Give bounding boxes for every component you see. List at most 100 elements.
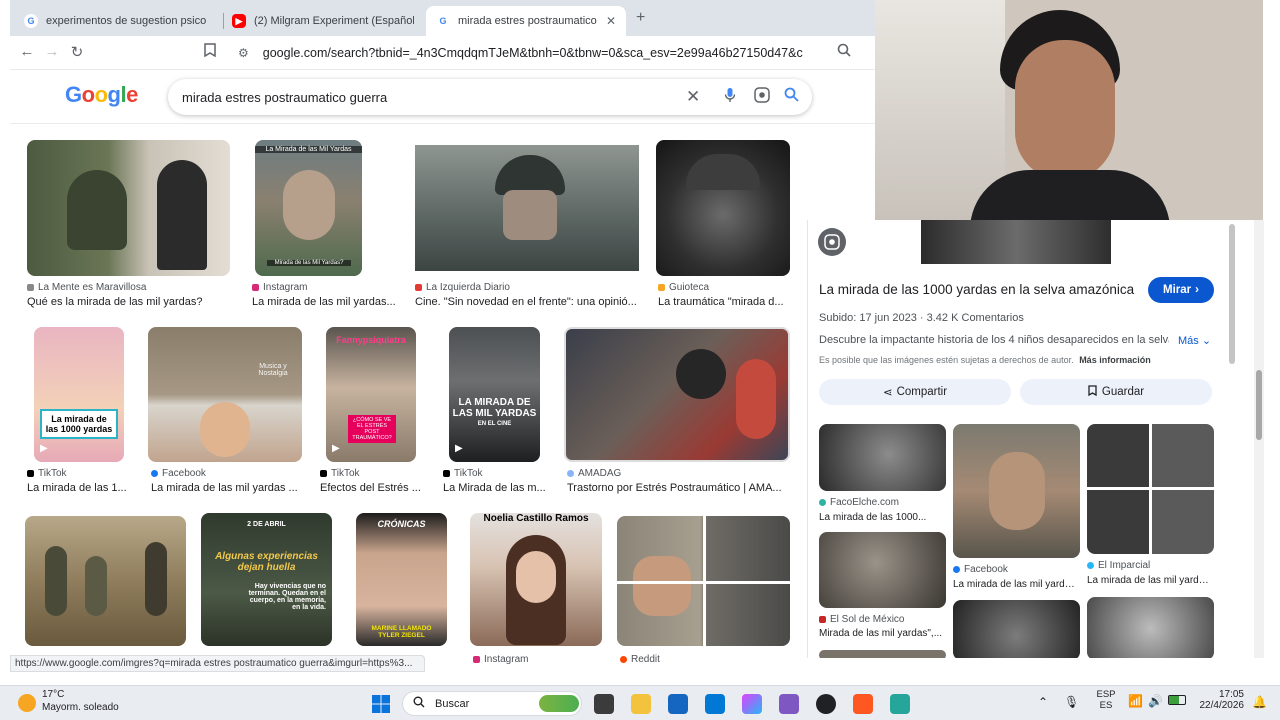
address-bar[interactable]: ⚙ google.com/search?tbnid=_4n3CmqdqmTJeM… <box>228 40 868 66</box>
result-image[interactable] <box>25 516 186 646</box>
task-view-icon[interactable] <box>594 694 614 714</box>
zoom-icon[interactable] <box>834 43 854 61</box>
forward-icon[interactable]: → <box>42 43 62 60</box>
result-image[interactable]: LA MIRADA DE LAS MIL YARDAS EN EL CINE ▶ <box>449 327 540 462</box>
notifications-icon[interactable]: 🔔 <box>1252 695 1267 709</box>
bookmark-icon[interactable] <box>200 43 220 61</box>
file-explorer-icon[interactable] <box>631 694 651 714</box>
lens-icon[interactable] <box>818 228 846 256</box>
copilot-icon[interactable] <box>742 694 762 714</box>
weather-temp[interactable]: 17°C <box>42 689 64 700</box>
taskbar-search[interactable]: Buscar <box>402 691 582 716</box>
play-icon: ▶ <box>40 443 48 454</box>
result-image[interactable]: La mirada de las 1000 yardas ▶ <box>34 327 124 462</box>
weather-desc[interactable]: Mayorm. soleado <box>42 702 119 713</box>
page-scrollbar[interactable] <box>1254 220 1264 658</box>
related-title[interactable]: La mirada de las mil yardas... <box>1087 575 1214 586</box>
status-url: https://www.google.com/imgres?q=mirada e… <box>10 655 425 672</box>
result-image[interactable]: Fannypsiquiatra ¿CÓMO SE VE EL ESTRÉS PO… <box>326 327 416 462</box>
related-image[interactable] <box>1087 424 1214 554</box>
reload-icon[interactable]: ↻ <box>67 43 87 61</box>
result-title[interactable]: La traumática "mirada d... <box>658 296 790 308</box>
volume-icon[interactable]: 🔊 <box>1148 694 1163 708</box>
result-title[interactable]: La mirada de las 1... <box>27 482 129 494</box>
copyright-note: Es posible que las imágenes estén sujeta… <box>819 355 1151 365</box>
google-header: Google ✕ <box>10 70 875 124</box>
more-button[interactable]: Más ⌄ <box>1178 334 1211 347</box>
lens-icon[interactable] <box>754 87 770 107</box>
search-box[interactable]: ✕ <box>168 79 812 115</box>
play-icon: ▶ <box>332 443 340 454</box>
input-language[interactable]: ESP ES <box>1094 689 1118 711</box>
result-image[interactable]: Noelia Castillo Ramos <box>470 513 602 646</box>
clear-icon[interactable]: ✕ <box>686 87 700 107</box>
panel-scrollbar[interactable] <box>1229 224 1235 364</box>
microphone-icon[interactable]: 🎙 <box>1064 695 1079 709</box>
store-icon[interactable] <box>668 694 688 714</box>
related-title[interactable]: La mirada de las 1000... <box>819 512 946 523</box>
clipchamp-icon[interactable] <box>779 694 799 714</box>
tab-experimentos[interactable]: G experimentos de sugestion psicologica <box>14 6 220 36</box>
preview-image[interactable] <box>921 220 1111 264</box>
wifi-icon[interactable]: 📶 <box>1128 694 1143 708</box>
related-image[interactable] <box>819 424 946 491</box>
result-image[interactable]: La Mirada de las Mil Yardas Mirada de la… <box>255 140 362 276</box>
brave-icon[interactable] <box>853 694 873 714</box>
result-title[interactable]: Efectos del Estrés ... <box>320 482 422 494</box>
google-icon: G <box>436 14 450 28</box>
related-title[interactable]: Mirada de las mil yardas",... <box>819 628 946 639</box>
watch-button[interactable]: Mirar › <box>1148 277 1214 303</box>
related-title[interactable]: La mirada de las mil yardas... <box>953 579 1080 590</box>
result-image[interactable] <box>617 516 790 646</box>
battery-icon[interactable] <box>1168 695 1186 705</box>
result-source: TikTok <box>331 468 360 479</box>
result-title[interactable]: Cine. "Sin novedad en el frente": una op… <box>415 296 637 308</box>
panel-title[interactable]: La mirada de las 1000 yardas en la selva… <box>819 282 1139 297</box>
result-image[interactable] <box>415 145 639 271</box>
play-icon: ▶ <box>455 443 463 454</box>
search-icon[interactable] <box>784 87 799 106</box>
result-title[interactable]: La mirada de las mil yardas ... <box>151 482 301 494</box>
weather-icon[interactable] <box>18 694 36 712</box>
search-input[interactable] <box>182 89 662 105</box>
chevron-up-icon[interactable]: ⌃ <box>1038 695 1048 709</box>
windows-start-icon[interactable] <box>371 694 391 714</box>
obs-icon[interactable] <box>816 694 836 714</box>
edge-icon[interactable] <box>705 694 725 714</box>
result-source: TikTok <box>38 468 67 479</box>
google-logo[interactable]: Google <box>65 82 138 108</box>
save-button[interactable]: Guardar <box>1020 379 1212 405</box>
related-source: El Sol de México <box>830 614 905 625</box>
microphone-icon[interactable] <box>724 87 736 107</box>
result-image[interactable]: CRÓNICAS MARINE LLAMADO TYLER ZIEGEL <box>356 513 447 646</box>
clock[interactable]: 17:05 22/4/2026 <box>1192 689 1245 711</box>
result-title[interactable]: La Mirada de las m... <box>443 482 547 494</box>
related-image[interactable] <box>819 532 946 608</box>
panel-description: Descubre la impactante historia de los 4… <box>819 334 1169 346</box>
app-icon[interactable] <box>890 694 910 714</box>
new-tab-button[interactable]: + <box>636 9 645 27</box>
result-title[interactable]: La mirada de las mil yardas... <box>252 296 400 308</box>
share-button[interactable]: ⋖ Compartir <box>819 379 1011 405</box>
site-info-icon[interactable]: ⚙ <box>238 46 249 60</box>
result-image[interactable] <box>656 140 790 276</box>
result-title[interactable]: Trastorno por Estrés Postraumático | AMA… <box>567 482 791 494</box>
panel-meta: Subido: 17 jun 2023 · 3.42 K Comentarios <box>819 312 1024 324</box>
tab-milgram[interactable]: ▶ (2) Milgram Experiment (Español) - You… <box>222 6 428 36</box>
result-image[interactable] <box>27 140 230 276</box>
result-image[interactable]: 2 DE ABRIL Algunas experiencias dejan hu… <box>201 513 332 646</box>
browser-window: G experimentos de sugestion psicologica … <box>10 0 875 685</box>
related-image[interactable] <box>953 600 1080 658</box>
tab-mirada[interactable]: G mirada estres postraumatico guerra ✕ <box>426 6 626 36</box>
result-image[interactable]: Musica y Nostalgia <box>148 327 302 462</box>
result-image[interactable] <box>564 327 790 462</box>
search-highlight-icon <box>539 695 579 712</box>
related-image[interactable] <box>953 424 1080 558</box>
more-info-link[interactable]: Más información <box>1079 355 1151 365</box>
taskbar: 17°C Mayorm. soleado Buscar ⌃ 🎙 ESP ES 📶… <box>0 685 1280 720</box>
result-title[interactable]: Qué es la mirada de las mil yardas? <box>27 296 230 308</box>
close-tab-icon[interactable]: ✕ <box>606 14 616 28</box>
related-image[interactable] <box>1087 597 1214 658</box>
back-icon[interactable]: ← <box>17 43 37 60</box>
related-image[interactable] <box>819 650 946 658</box>
